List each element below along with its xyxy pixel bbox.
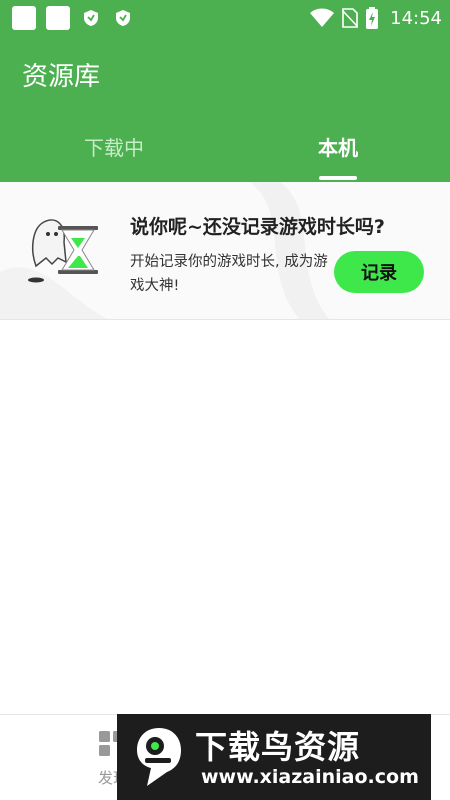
- wifi-icon: [310, 8, 335, 27]
- tab-local[interactable]: 本机: [318, 132, 358, 161]
- no-sim-icon: [342, 8, 359, 28]
- tab-downloading[interactable]: 下载中: [84, 132, 144, 161]
- clock: 14:54: [390, 7, 442, 29]
- empty-state-description: 开始记录你的游戏时长, 成为游戏大神!: [130, 254, 328, 294]
- watermark-url: www.xiazainiao.com: [201, 766, 419, 788]
- app-square-icon: [12, 6, 36, 30]
- app-bar: 资源库 下载中 本机: [0, 36, 450, 182]
- empty-state-card: 说你呢~还没记录游戏时长吗? 开始记录你的游戏时长, 成为游戏大神! 记录: [0, 182, 450, 320]
- watermark-title: 下载鸟资源: [195, 728, 361, 766]
- bird-logo-icon: [137, 728, 181, 786]
- app-square-icon: [46, 6, 70, 30]
- empty-state-title: 说你呢~还没记录游戏时长吗?: [130, 216, 385, 238]
- shield-icon: [84, 10, 98, 26]
- status-bar: 14:54: [0, 0, 450, 36]
- ghost-hourglass-icon: [28, 219, 98, 283]
- tab-indicator: [319, 176, 357, 180]
- page-title: 资源库: [22, 62, 101, 92]
- shield-icon: [116, 10, 130, 26]
- battery-charging-icon: [366, 7, 379, 29]
- watermark-banner: 下载鸟资源 www.xiazainiao.com: [117, 714, 431, 800]
- record-button[interactable]: 记录: [334, 251, 424, 293]
